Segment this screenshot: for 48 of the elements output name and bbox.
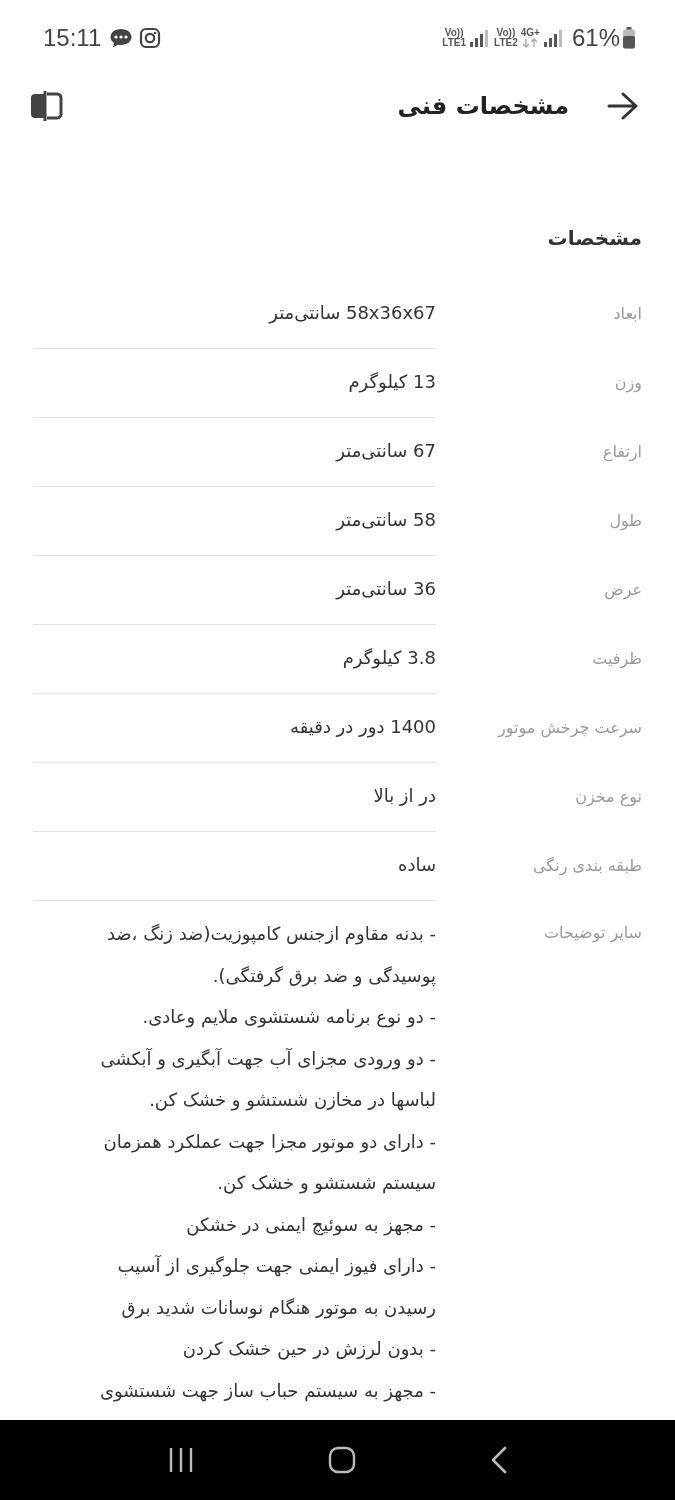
- compare-icon[interactable]: [29, 90, 63, 122]
- network-label: Vo)): [444, 28, 464, 38]
- spec-value: 58x36x67 سانتی‌متر: [33, 280, 436, 349]
- network-label: Vo)): [496, 28, 516, 38]
- spec-label: سرعت چرخش موتور: [496, 717, 642, 740]
- battery-percent: 61%: [571, 24, 620, 52]
- description-line: - مجهز به سیستم حباب ساز جهت شستشوی: [98, 1378, 436, 1404]
- description-line: سیستم شستشو و خشک کن.: [216, 1171, 436, 1196]
- spec-label: وزن: [613, 372, 642, 395]
- spec-label: ابعاد: [612, 303, 642, 325]
- network-label: LTE2: [494, 38, 518, 48]
- battery-icon: [623, 27, 635, 49]
- spec-label: طبقه بندی رنگی: [532, 855, 642, 878]
- description-line: - دارای فیوز ایمنی جهت جلوگیری از آسیب: [116, 1254, 436, 1279]
- spec-label: ظرفیت: [591, 648, 642, 671]
- description-line: لباسها در مخازن شستشو و خشک کن.: [148, 1088, 436, 1113]
- description-line: - دارای دو موتور مجزا جهت عملکرد همزمان: [102, 1129, 436, 1155]
- spec-value: ساده: [33, 832, 436, 901]
- description-line: - دو نوع برنامه شستشوی ملایم وعادی.: [141, 1005, 436, 1030]
- home-icon[interactable]: [327, 1446, 356, 1474]
- data-arrows-icon: [522, 38, 539, 48]
- spec-value: 58 سانتی‌متر: [33, 487, 436, 556]
- spec-label: سایر توضیحات: [542, 922, 642, 945]
- clock-time: 15:11: [43, 24, 102, 52]
- description-line: - مجهز به سوئیچ ایمنی در خشکن: [185, 1212, 436, 1238]
- description-line: - دو ورودی مجزای آب جهت آبگیری و آبکشی: [99, 1046, 436, 1072]
- spec-value: 36 سانتی‌متر: [33, 556, 436, 625]
- back-arrow-icon[interactable]: [607, 92, 639, 120]
- spec-value: 67 سانتی‌متر: [33, 418, 436, 487]
- network-label: 4G+: [520, 28, 540, 38]
- network-label: LTE1: [442, 38, 467, 48]
- spec-label: ارتفاع: [601, 441, 642, 464]
- spec-label: طول: [608, 510, 642, 532]
- chat-bubble-icon: [109, 27, 134, 49]
- page-title: مشخصات فنی: [397, 92, 569, 120]
- description-line: رسیدن به موتور هنگام نوسانات شدید برق: [120, 1295, 436, 1321]
- description-line: - بدنه مقاوم ازجنس کامپوزیت(ضد زنگ ،ضد: [105, 922, 436, 947]
- section-title: مشخصات: [546, 226, 642, 250]
- signal-icon: [542, 27, 565, 49]
- spec-value: 1400 دور در دقیقه: [33, 694, 436, 763]
- spec-value: در از بالا: [33, 763, 436, 832]
- camera-icon: [139, 27, 162, 49]
- description-line: پوسیدگی و ضد برق گرفتگی).: [211, 963, 436, 989]
- spec-label: نوع مخزن: [574, 786, 642, 809]
- spec-label: عرض: [603, 579, 642, 602]
- spec-value: 13 کیلوگرم: [33, 349, 436, 418]
- description-line: - بدون لرزش در حین خشک کردن: [181, 1337, 436, 1362]
- spec-value: 3.8 کیلوگرم: [33, 625, 436, 694]
